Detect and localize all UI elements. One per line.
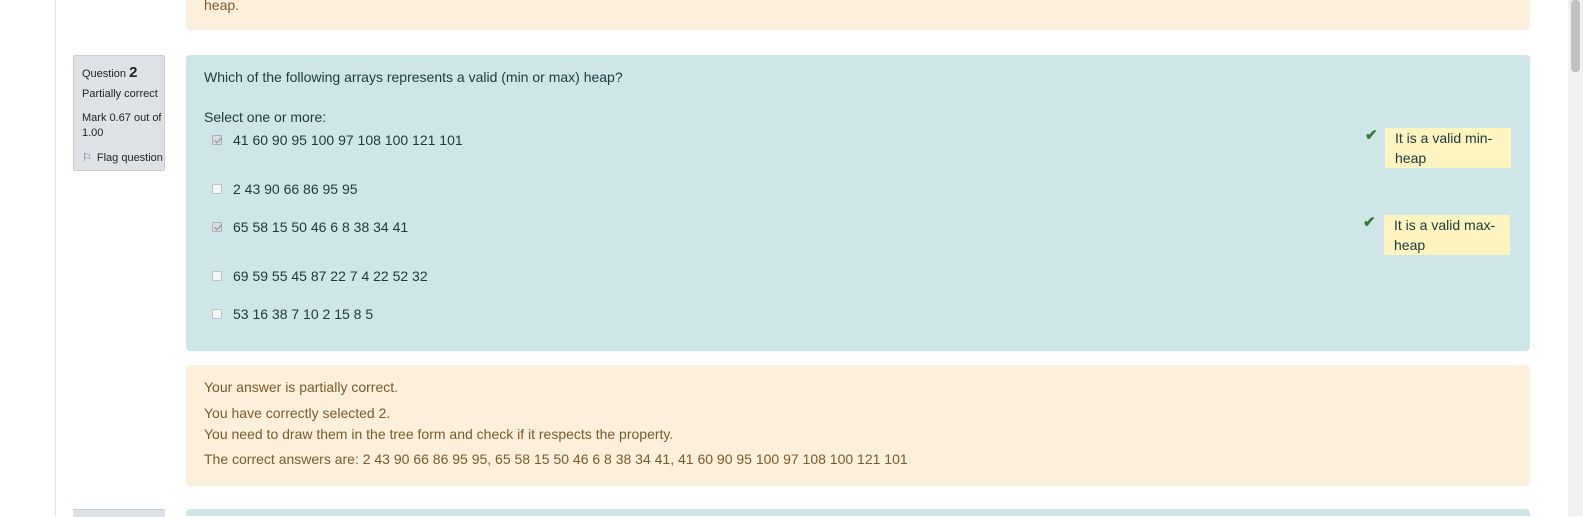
answer-option-label: 2 43 90 66 86 95 95 xyxy=(233,181,358,197)
question-info-panel: Question 2 Partially correct Mark 0.67 o… xyxy=(73,55,165,171)
outcome-right-answer: The correct answers are: 2 43 90 66 86 9… xyxy=(204,451,908,467)
question-text: Which of the following arrays represents… xyxy=(204,69,623,85)
answer-prompt: Select one or more: xyxy=(204,109,327,125)
checkbox[interactable] xyxy=(212,271,222,281)
checkbox[interactable] xyxy=(212,309,222,319)
answer-option[interactable]: 65 58 15 50 46 6 8 38 34 41 xyxy=(212,219,408,235)
flag-question-label: Flag question xyxy=(96,151,163,164)
answer-option[interactable]: 53 16 38 7 10 2 15 8 5 xyxy=(212,306,373,322)
answer-option[interactable]: 41 60 90 95 100 97 108 100 121 101 xyxy=(212,132,463,148)
next-question-formulation xyxy=(186,509,1530,516)
checkbox[interactable] xyxy=(212,184,222,194)
answer-option[interactable]: 69 59 55 45 87 22 7 4 22 52 32 xyxy=(212,268,428,284)
question-number: Question 2 xyxy=(82,64,138,81)
specific-feedback: It is a valid max-heap xyxy=(1384,215,1510,255)
outcome-general-feedback: You need to draw them in the tree form a… xyxy=(204,426,674,442)
flag-question-button[interactable]: ⚐ Flag question xyxy=(82,151,163,165)
previous-feedback-text: heap. xyxy=(204,0,240,13)
correct-check-icon: ✔ xyxy=(1363,214,1376,231)
answer-option[interactable]: 2 43 90 66 86 95 95 xyxy=(212,181,358,197)
answer-option-label: 65 58 15 50 46 6 8 38 34 41 xyxy=(233,219,409,235)
checkbox[interactable] xyxy=(212,135,222,145)
question-grade: Mark 0.67 out of 1.00 xyxy=(82,112,162,139)
flag-icon: ⚐ xyxy=(82,152,92,164)
answer-option-label: 41 60 90 95 100 97 108 100 121 101 xyxy=(233,132,463,148)
previous-question-feedback: heap. xyxy=(186,0,1530,30)
page-left-border xyxy=(55,0,56,516)
page-scrollbar[interactable] xyxy=(1568,0,1583,516)
outcome-summary: Your answer is partially correct. xyxy=(204,379,399,395)
answer-option-label: 53 16 38 7 10 2 15 8 5 xyxy=(233,306,374,322)
correct-check-icon: ✔ xyxy=(1365,127,1378,144)
question-state: Partially correct xyxy=(82,88,158,100)
question-formulation: Which of the following arrays represents… xyxy=(186,55,1530,351)
answer-option-label: 69 59 55 45 87 22 7 4 22 52 32 xyxy=(233,268,428,284)
outcome-selected-count: You have correctly selected 2. xyxy=(204,405,391,421)
specific-feedback: It is a valid min-heap xyxy=(1385,128,1511,168)
scrollbar-thumb[interactable] xyxy=(1571,0,1580,72)
question-outcome-feedback: Your answer is partially correct. You ha… xyxy=(186,365,1530,486)
checkbox[interactable] xyxy=(212,222,222,232)
